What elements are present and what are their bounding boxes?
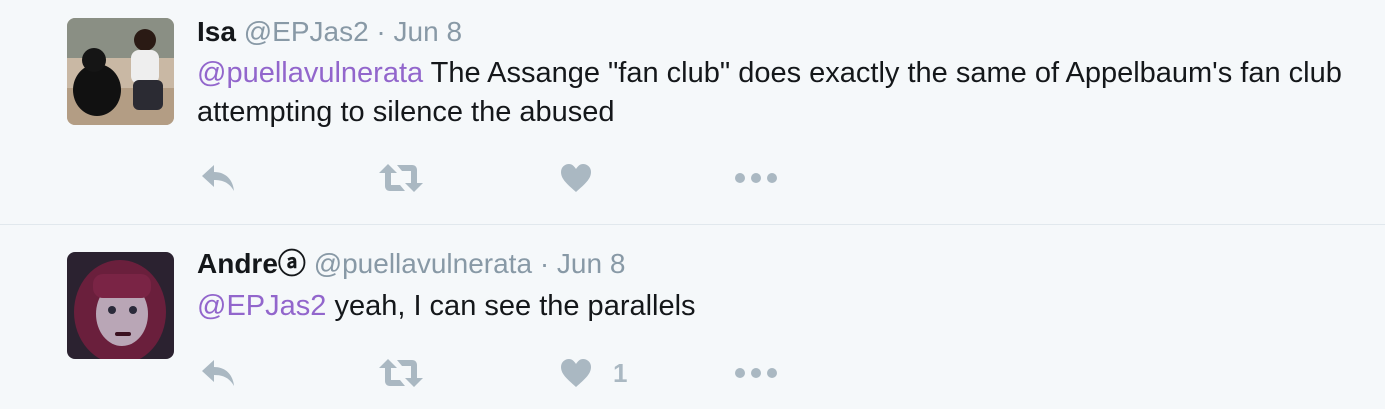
reply-button[interactable] (200, 353, 238, 393)
retweet-button[interactable] (378, 353, 424, 393)
action-bar (0, 158, 1385, 198)
like-button[interactable]: 1 (559, 353, 627, 393)
display-name[interactable]: Andreⓐ (197, 248, 306, 279)
heart-icon (561, 164, 591, 192)
avatar[interactable] (67, 252, 174, 359)
tweet[interactable]: Isa @EPJas2 · Jun 8 @puellavulnerata The… (0, 0, 1385, 225)
timestamp[interactable]: Jun 8 (557, 248, 626, 279)
tweet-text: @puellavulnerata The Assange "fan club" … (197, 54, 1347, 132)
avatar[interactable] (67, 18, 174, 125)
mention-link[interactable]: @EPJas2 (197, 290, 326, 322)
separator: · (539, 248, 550, 279)
more-icon (735, 368, 777, 378)
tweet[interactable]: Andreⓐ @puellavulnerata · Jun 8 @EPJas2 … (0, 226, 1385, 409)
display-name[interactable]: Isa (197, 16, 236, 47)
separator: · (376, 16, 386, 47)
like-count: 1 (613, 357, 628, 388)
retweet-icon (379, 164, 423, 192)
reply-icon (202, 165, 234, 191)
retweet-icon (379, 359, 423, 387)
more-icon (735, 173, 777, 183)
tweet-header: Isa @EPJas2 · Jun 8 (197, 16, 462, 48)
like-button[interactable] (559, 158, 613, 198)
reply-button[interactable] (200, 158, 238, 198)
mention-link[interactable]: @puellavulnerata (197, 57, 423, 89)
action-bar: 1 (0, 353, 1385, 393)
tweet-text: @EPJas2 yeah, I can see the parallels (197, 287, 1347, 326)
more-button[interactable] (734, 353, 778, 393)
heart-icon (561, 359, 591, 387)
timestamp[interactable]: Jun 8 (394, 16, 463, 47)
tweet-header: Andreⓐ @puellavulnerata · Jun 8 (197, 248, 625, 280)
username[interactable]: @EPJas2 (244, 16, 369, 47)
more-button[interactable] (734, 158, 778, 198)
username[interactable]: @puellavulnerata (314, 248, 532, 279)
reply-icon (202, 360, 234, 386)
retweet-button[interactable] (378, 158, 424, 198)
tweet-body: yeah, I can see the parallels (326, 290, 696, 322)
